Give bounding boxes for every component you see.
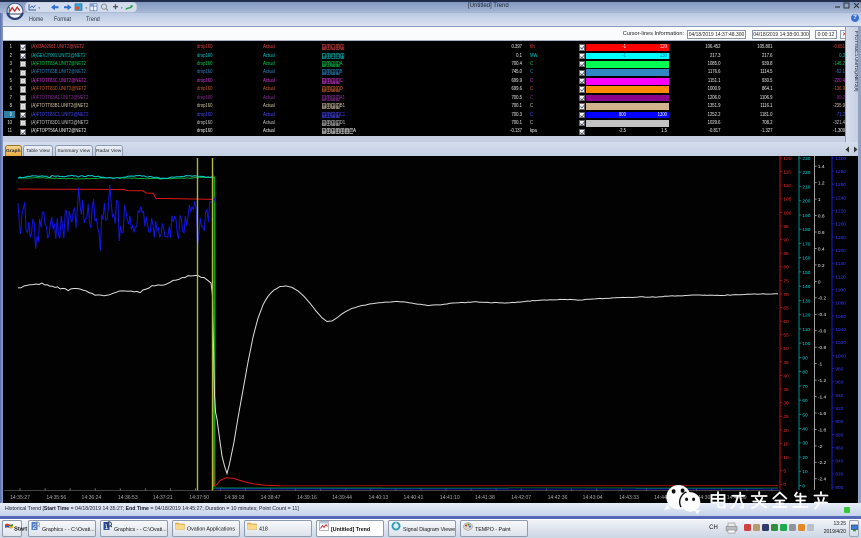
svg-text:25: 25 (783, 414, 789, 420)
svg-text:0.8: 0.8 (818, 214, 825, 220)
svg-text:0.4: 0.4 (818, 246, 825, 252)
svg-text:1300: 1300 (835, 156, 846, 162)
svg-text:-1.6: -1.6 (818, 411, 827, 417)
svg-text:1: 1 (818, 197, 821, 203)
svg-text:14:41:10: 14:41:10 (440, 495, 460, 501)
svg-text:1100: 1100 (835, 288, 846, 294)
svg-text:-1.4: -1.4 (818, 394, 827, 400)
svg-text:70: 70 (802, 384, 808, 390)
svg-text:90: 90 (802, 355, 808, 361)
svg-text:1200: 1200 (835, 222, 846, 228)
svg-text:14:42:07: 14:42:07 (511, 495, 531, 501)
svg-text:120: 120 (802, 313, 810, 319)
svg-text:14:37:21: 14:37:21 (153, 495, 173, 501)
svg-text:920: 920 (835, 406, 843, 412)
svg-text:40: 40 (783, 373, 789, 379)
svg-text:65: 65 (783, 305, 789, 311)
svg-text:150: 150 (802, 270, 810, 276)
svg-text:900: 900 (835, 419, 843, 425)
svg-text:1.2: 1.2 (818, 181, 825, 187)
svg-text:60: 60 (802, 398, 808, 404)
svg-text:0.6: 0.6 (818, 230, 825, 236)
svg-text:940: 940 (835, 393, 843, 399)
svg-text:1240: 1240 (835, 195, 846, 201)
svg-text:55: 55 (783, 333, 789, 339)
svg-text:1180: 1180 (835, 235, 846, 241)
svg-text:14:40:13: 14:40:13 (368, 495, 388, 501)
svg-text:1.4: 1.4 (818, 164, 825, 170)
svg-text:14:37:50: 14:37:50 (189, 495, 209, 501)
svg-text:80: 80 (802, 370, 808, 376)
svg-text:200: 200 (802, 199, 810, 205)
svg-text:40: 40 (802, 427, 808, 433)
svg-text:-1: -1 (818, 362, 823, 368)
svg-text:1060: 1060 (835, 314, 846, 320)
svg-text:110: 110 (802, 327, 810, 333)
svg-text:0.2: 0.2 (818, 263, 825, 269)
svg-text:110: 110 (783, 183, 791, 189)
svg-text:60: 60 (783, 319, 789, 325)
svg-text:80: 80 (783, 265, 789, 271)
svg-text:1160: 1160 (835, 248, 846, 254)
svg-text:-0.6: -0.6 (818, 329, 827, 335)
svg-text:160: 160 (802, 256, 810, 262)
svg-text:1120: 1120 (835, 274, 846, 280)
svg-text:50: 50 (783, 346, 789, 352)
svg-text:14:41:38: 14:41:38 (475, 495, 495, 501)
svg-text:-1.2: -1.2 (818, 378, 827, 384)
svg-text:105: 105 (783, 197, 791, 203)
svg-text:880: 880 (835, 432, 843, 438)
svg-text:210: 210 (802, 184, 810, 190)
svg-text:-0.8: -0.8 (818, 345, 827, 351)
svg-text:14:40:41: 14:40:41 (403, 495, 423, 501)
svg-text:14:35:56: 14:35:56 (46, 495, 66, 501)
svg-text:45: 45 (783, 360, 789, 366)
svg-text:1140: 1140 (835, 261, 846, 267)
svg-text:1020: 1020 (835, 340, 846, 346)
svg-text:70: 70 (783, 292, 789, 298)
svg-text:1040: 1040 (835, 327, 846, 333)
svg-text:960: 960 (835, 380, 843, 386)
svg-text:980: 980 (835, 367, 843, 373)
svg-text:220: 220 (802, 170, 810, 176)
svg-text:14:38:47: 14:38:47 (261, 495, 281, 501)
svg-text:-0.2: -0.2 (818, 296, 827, 302)
svg-text:-0.4: -0.4 (818, 312, 827, 318)
svg-text:100: 100 (802, 341, 810, 347)
svg-text:14:38:18: 14:38:18 (224, 495, 244, 501)
svg-text:115: 115 (783, 170, 791, 176)
svg-text:35: 35 (783, 387, 789, 393)
svg-text:130: 130 (802, 298, 810, 304)
svg-text:14:39:44: 14:39:44 (332, 495, 352, 501)
svg-text:50: 50 (802, 412, 808, 418)
svg-text:90: 90 (783, 238, 789, 244)
svg-text:170: 170 (802, 241, 810, 247)
svg-text:230: 230 (802, 156, 810, 162)
svg-text:140: 140 (802, 284, 810, 290)
svg-text:20: 20 (783, 428, 789, 434)
svg-text:1280: 1280 (835, 169, 846, 175)
svg-text:14:39:16: 14:39:16 (297, 495, 317, 501)
svg-text:120: 120 (783, 156, 791, 162)
svg-text:100: 100 (783, 210, 791, 216)
svg-text:1: 1 (105, 524, 109, 531)
svg-text:1000: 1000 (835, 353, 846, 359)
svg-text:85: 85 (783, 251, 789, 257)
svg-text:30: 30 (783, 401, 789, 407)
svg-text:95: 95 (783, 224, 789, 230)
svg-text:190: 190 (802, 213, 810, 219)
svg-text:14:36:53: 14:36:53 (118, 495, 138, 501)
svg-text:-1.8: -1.8 (818, 427, 827, 433)
svg-text:1080: 1080 (835, 301, 846, 307)
svg-text:180: 180 (802, 227, 810, 233)
svg-text:14:43:04: 14:43:04 (583, 495, 603, 501)
svg-text:1260: 1260 (835, 182, 846, 188)
svg-text:75: 75 (783, 278, 789, 284)
svg-text:14:36:24: 14:36:24 (81, 495, 101, 501)
svg-text:14:42:36: 14:42:36 (548, 495, 568, 501)
svg-text:1220: 1220 (835, 209, 846, 215)
svg-text:14:35:27: 14:35:27 (10, 495, 30, 501)
svg-text:2: 2 (33, 524, 37, 531)
svg-text:0: 0 (818, 279, 821, 285)
